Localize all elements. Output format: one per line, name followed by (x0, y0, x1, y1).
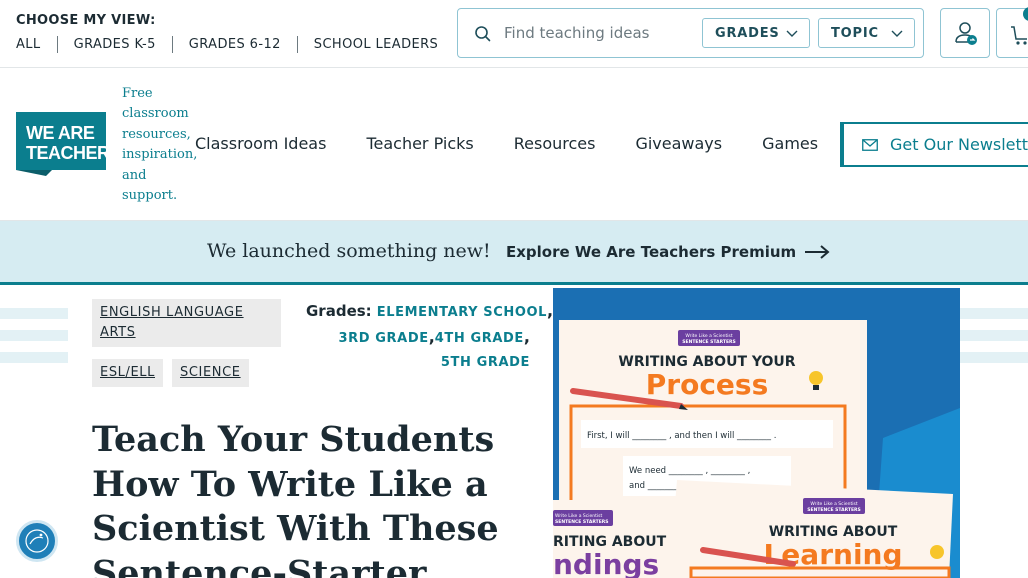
article-header: ENGLISH LANGUAGE ARTS ESL/ELL SCIENCE Gr… (68, 288, 960, 578)
worksheet3-badge-line2: SENTENCE STARTERS (807, 507, 861, 513)
grades-separator: , (523, 327, 530, 346)
worksheet2-badge-line2: SENTENCE STARTERS (555, 519, 609, 525)
topic-filter-dropdown[interactable]: TOPIC (818, 18, 915, 48)
grade-link-4th[interactable]: 4TH GRADE (435, 331, 524, 346)
search-icon[interactable] (474, 25, 492, 43)
hero-image: Write Like a Scientist SENTENCE STARTERS… (553, 288, 960, 578)
worksheet1-title-line2: Process (646, 368, 769, 401)
worksheet1-prompt-line1: First, I will ________ , and then I will… (587, 431, 776, 441)
chevron-down-icon (786, 30, 798, 37)
logo-text-line2: TEACHERS (26, 143, 106, 163)
search-bar: GRADES TOPIC (457, 8, 924, 58)
worksheet1-prompt-line3: and ________ (629, 481, 682, 491)
worksheet3-title-line2: Learning (763, 538, 902, 571)
topic-filter-label: TOPIC (831, 25, 879, 41)
grade-link-elementary[interactable]: ELEMENTARY SCHOOL (377, 305, 547, 320)
worksheet-collage: Write Like a Scientist SENTENCE STARTERS… (553, 288, 960, 578)
subject-tag-esl[interactable]: ESL/ELL (92, 359, 163, 387)
top-utility-bar: CHOOSE MY VIEW: ALL GRADES K-5 GRADES 6-… (0, 0, 1028, 68)
mail-icon (862, 138, 878, 151)
accessibility-icon (25, 529, 49, 553)
grades-filter-label: GRADES (715, 25, 780, 41)
worksheet1-prompt-line2: We need ________ , ________ , (629, 466, 750, 476)
newsletter-button[interactable]: Get Our Newsletter (840, 122, 1028, 167)
arrow-right-icon (805, 245, 830, 259)
chevron-down-icon (891, 30, 903, 37)
search-input[interactable] (504, 19, 700, 47)
article-title: Teach Your Students How To Write Like a … (92, 419, 499, 578)
cart-button[interactable] (996, 7, 1028, 58)
grades-label: Grades: (306, 302, 372, 320)
nav-games[interactable]: Games (762, 134, 818, 153)
user-icon (955, 22, 977, 45)
view-selector-label: CHOOSE MY VIEW: (16, 13, 156, 28)
main-header: WE ARE TEACHERS Free classroom resources… (0, 68, 1028, 221)
view-grades-k5-link[interactable]: GRADES K-5 (56, 36, 172, 53)
promo-text: We launched something new! (207, 240, 491, 262)
subject-tag-science[interactable]: SCIENCE (172, 359, 249, 387)
primary-nav: Classroom Ideas Teacher Picks Resources … (195, 134, 858, 153)
worksheet2-title-line2: ndings (553, 548, 659, 578)
grade-link-5th[interactable]: 5TH GRADE (441, 355, 530, 370)
view-all-link[interactable]: ALL (16, 36, 57, 53)
nav-teacher-picks[interactable]: Teacher Picks (366, 134, 473, 153)
logo-text-line1: WE ARE (26, 123, 95, 143)
accessibility-button[interactable] (16, 520, 58, 562)
grade-link-3rd[interactable]: 3RD GRADE (339, 331, 429, 346)
account-button[interactable] (940, 8, 990, 58)
site-tagline: Free classroom resources, inspiration, a… (122, 86, 198, 204)
nav-classroom-ideas[interactable]: Classroom Ideas (195, 134, 326, 153)
view-selector: ALL GRADES K-5 GRADES 6-12 SCHOOL LEADER… (16, 36, 454, 53)
view-school-leaders-link[interactable]: SCHOOL LEADERS (296, 36, 454, 53)
promo-banner: We launched something new! Explore We Ar… (0, 221, 1028, 285)
view-grades-6-12-link[interactable]: GRADES 6-12 (171, 36, 297, 53)
nav-resources[interactable]: Resources (514, 134, 596, 153)
worksheet2-badge-line1: Write Like a Scientist (555, 513, 602, 519)
grades-filter-dropdown[interactable]: GRADES (702, 18, 810, 48)
explore-premium-link[interactable]: Explore We Are Teachers Premium (506, 243, 830, 261)
worksheet1-badge-line2: SENTENCE STARTERS (682, 339, 736, 345)
worksheet3-badge-line1: Write Like a Scientist (810, 501, 857, 507)
subject-tag-ela[interactable]: ENGLISH LANGUAGE ARTS (92, 299, 281, 347)
we-are-teachers-logo[interactable]: WE ARE TEACHERS (16, 112, 106, 176)
nav-giveaways[interactable]: Giveaways (635, 134, 722, 153)
explore-premium-label: Explore We Are Teachers Premium (506, 243, 797, 261)
worksheet1-badge-line1: Write Like a Scientist (685, 333, 732, 339)
newsletter-label: Get Our Newsletter (890, 135, 1028, 154)
